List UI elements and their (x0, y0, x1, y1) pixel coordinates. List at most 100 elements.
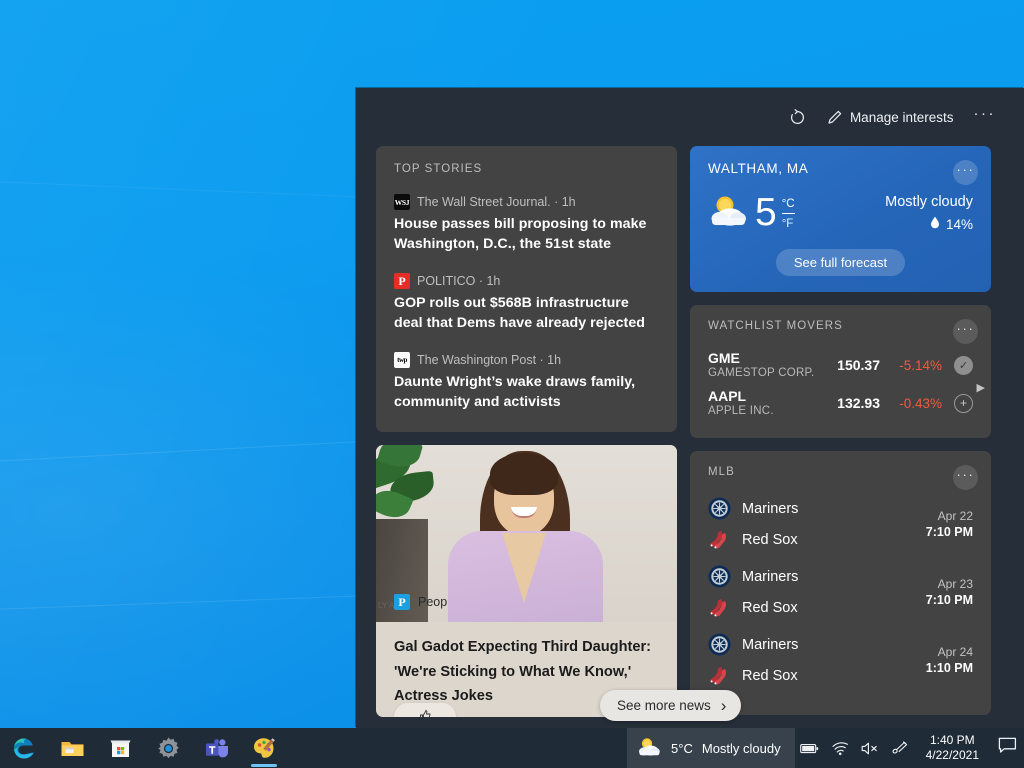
politico-logo: P (394, 273, 410, 289)
watchlist-change: -5.14% (880, 358, 942, 373)
watchlist-ticker: GME (708, 350, 818, 366)
taskbar-app-list (0, 728, 288, 768)
mlb-game-schedule: Apr 23 7:10 PM (926, 576, 973, 608)
right-column: ··· WALTHAM, MA (690, 146, 991, 717)
mariners-logo (708, 565, 731, 588)
chevron-right-icon: › (721, 696, 727, 716)
pen-input-icon[interactable] (885, 728, 915, 768)
mlb-game-time: 7:10 PM (926, 592, 973, 608)
mariners-logo (708, 633, 731, 656)
taskbar-item-microsoft-edge[interactable] (0, 728, 48, 768)
sun-behind-cloud-icon (708, 190, 750, 235)
weather-humidity-value: 14% (946, 217, 973, 232)
thumbs-up-icon (419, 709, 432, 717)
mlb-game-time: 1:10 PM (926, 660, 973, 676)
clock-date: 4/22/2021 (926, 748, 979, 763)
watchlist-row[interactable]: AAPL APPLE INC. 132.93 -0.43% + (708, 384, 973, 422)
mlb-team-name: Red Sox (742, 532, 798, 548)
taskbar-item-settings[interactable] (144, 728, 192, 768)
watchlist-change: -0.43% (880, 396, 942, 411)
watchlist-row[interactable]: GME GAMESTOP CORP. 150.37 -5.14% ✓ (708, 346, 973, 384)
feature-reaction-button[interactable] (394, 703, 456, 717)
wifi-icon[interactable] (825, 728, 855, 768)
taskbar-item-paint[interactable] (240, 728, 288, 768)
mlb-kicker: MLB (708, 466, 973, 478)
see-more-news-label: See more news (617, 698, 711, 713)
mlb-away-team: Mariners (708, 633, 798, 656)
weather-current: 5 °C °F (708, 190, 795, 235)
mlb-game-schedule: Apr 22 7:10 PM (926, 508, 973, 540)
story-item[interactable]: P POLITICO · 1h GOP rolls out $568B infr… (394, 273, 659, 333)
wsj-logo: WSJ (394, 194, 410, 210)
story-item[interactable]: twp The Washington Post · 1h Daunte Wrig… (394, 352, 659, 412)
taskbar-empty-area[interactable] (288, 728, 627, 768)
news-and-interests-flyout: Manage interests ··· TOP STORIES WSJ The… (356, 88, 1024, 728)
top-stories-card: TOP STORIES WSJ The Wall Street Journal.… (376, 146, 677, 432)
system-tray (795, 728, 915, 768)
watchlist-ticker: AAPL (708, 388, 818, 404)
check-icon[interactable]: ✓ (954, 356, 973, 375)
story-source-row: P POLITICO · 1h (394, 273, 659, 289)
clock-time: 1:40 PM (930, 733, 975, 748)
weather-unit-fahrenheit[interactable]: °F (782, 217, 795, 232)
story-source-row: WSJ The Wall Street Journal. · 1h (394, 194, 659, 210)
weather-body: 5 °C °F Mostly cloudy (708, 190, 973, 235)
mlb-game-schedule: Apr 24 1:10 PM (926, 644, 973, 676)
mlb-team-name: Mariners (742, 569, 798, 585)
mlb-team-name: Red Sox (742, 668, 798, 684)
mlb-game-row[interactable]: Mariners (708, 626, 973, 694)
weather-unit-celsius[interactable]: °C (782, 197, 795, 214)
story-source-row: twp The Washington Post · 1h (394, 352, 659, 368)
story-meta: The Washington Post · 1h (417, 353, 561, 367)
mlb-game-date: Apr 24 (926, 644, 973, 660)
water-drop-icon (930, 216, 940, 232)
see-full-forecast-button[interactable]: See full forecast (776, 249, 905, 276)
story-meta: The Wall Street Journal. · 1h (417, 195, 576, 209)
mlb-more-options-button[interactable]: ··· (953, 465, 978, 490)
mlb-away-team: Mariners (708, 565, 798, 588)
action-center-button[interactable] (990, 728, 1024, 768)
refresh-button[interactable] (781, 101, 814, 133)
taskbar-weather-widget[interactable]: 5°C Mostly cloudy (627, 728, 795, 768)
watchlist-company: APPLE INC. (708, 404, 818, 419)
taskbar-item-file-explorer[interactable] (48, 728, 96, 768)
watchlist-symbol-block: GME GAMESTOP CORP. (708, 350, 818, 381)
mlb-home-team: Red Sox (708, 664, 798, 687)
manage-interests-button[interactable]: Manage interests (818, 101, 962, 133)
battery-icon[interactable] (795, 728, 825, 768)
weather-more-options-button[interactable]: ··· (953, 160, 978, 185)
feature-photo: LY AN P People (376, 445, 677, 622)
red-sox-logo (708, 596, 731, 619)
watchlist-rows: GME GAMESTOP CORP. 150.37 -5.14% ✓ AAPL … (708, 346, 973, 422)
taskbar-item-microsoft-store[interactable] (96, 728, 144, 768)
watchlist-company: GAMESTOP CORP. (708, 366, 818, 381)
watchlist-more-options-button[interactable]: ··· (953, 319, 978, 344)
plus-icon[interactable]: + (954, 394, 973, 413)
weather-card[interactable]: ··· WALTHAM, MA (690, 146, 991, 292)
taskbar-item-microsoft-teams[interactable] (192, 728, 240, 768)
people-logo: P (394, 594, 410, 610)
mlb-team-name: Red Sox (742, 600, 798, 616)
taskbar: 5°C Mostly cloudy (0, 728, 1024, 768)
mlb-game-row[interactable]: Mariners (708, 558, 973, 626)
mlb-teams: Mariners (708, 497, 798, 551)
watchlist-next-arrow-button[interactable]: ▶ (977, 381, 985, 394)
left-column: TOP STORIES WSJ The Wall Street Journal.… (376, 146, 677, 717)
mlb-game-date: Apr 22 (926, 508, 973, 524)
feature-story-card[interactable]: LY AN P People Gal Gadot Expecting Third… (376, 445, 677, 717)
mlb-game-row[interactable]: Mariners (708, 490, 973, 558)
weather-condition: Mostly cloudy (885, 194, 973, 210)
story-headline: House passes bill proposing to make Wash… (394, 215, 659, 254)
mlb-scores-card: ··· MLB (690, 451, 991, 715)
story-item[interactable]: WSJ The Wall Street Journal. · 1h House … (394, 194, 659, 254)
see-more-news-button[interactable]: See more news › (600, 690, 741, 721)
manage-interests-label: Manage interests (850, 110, 954, 125)
mlb-team-name: Mariners (742, 501, 798, 517)
flyout-more-options-button[interactable]: ··· (966, 101, 1005, 133)
watchlist-symbol-block: AAPL APPLE INC. (708, 388, 818, 419)
mlb-game-time: 7:10 PM (926, 524, 973, 540)
feature-action-bar[interactable] (394, 703, 456, 717)
volume-muted-icon[interactable] (855, 728, 885, 768)
clock[interactable]: 1:40 PM 4/22/2021 (915, 728, 990, 768)
weather-unit-toggle[interactable]: °C °F (782, 194, 795, 232)
